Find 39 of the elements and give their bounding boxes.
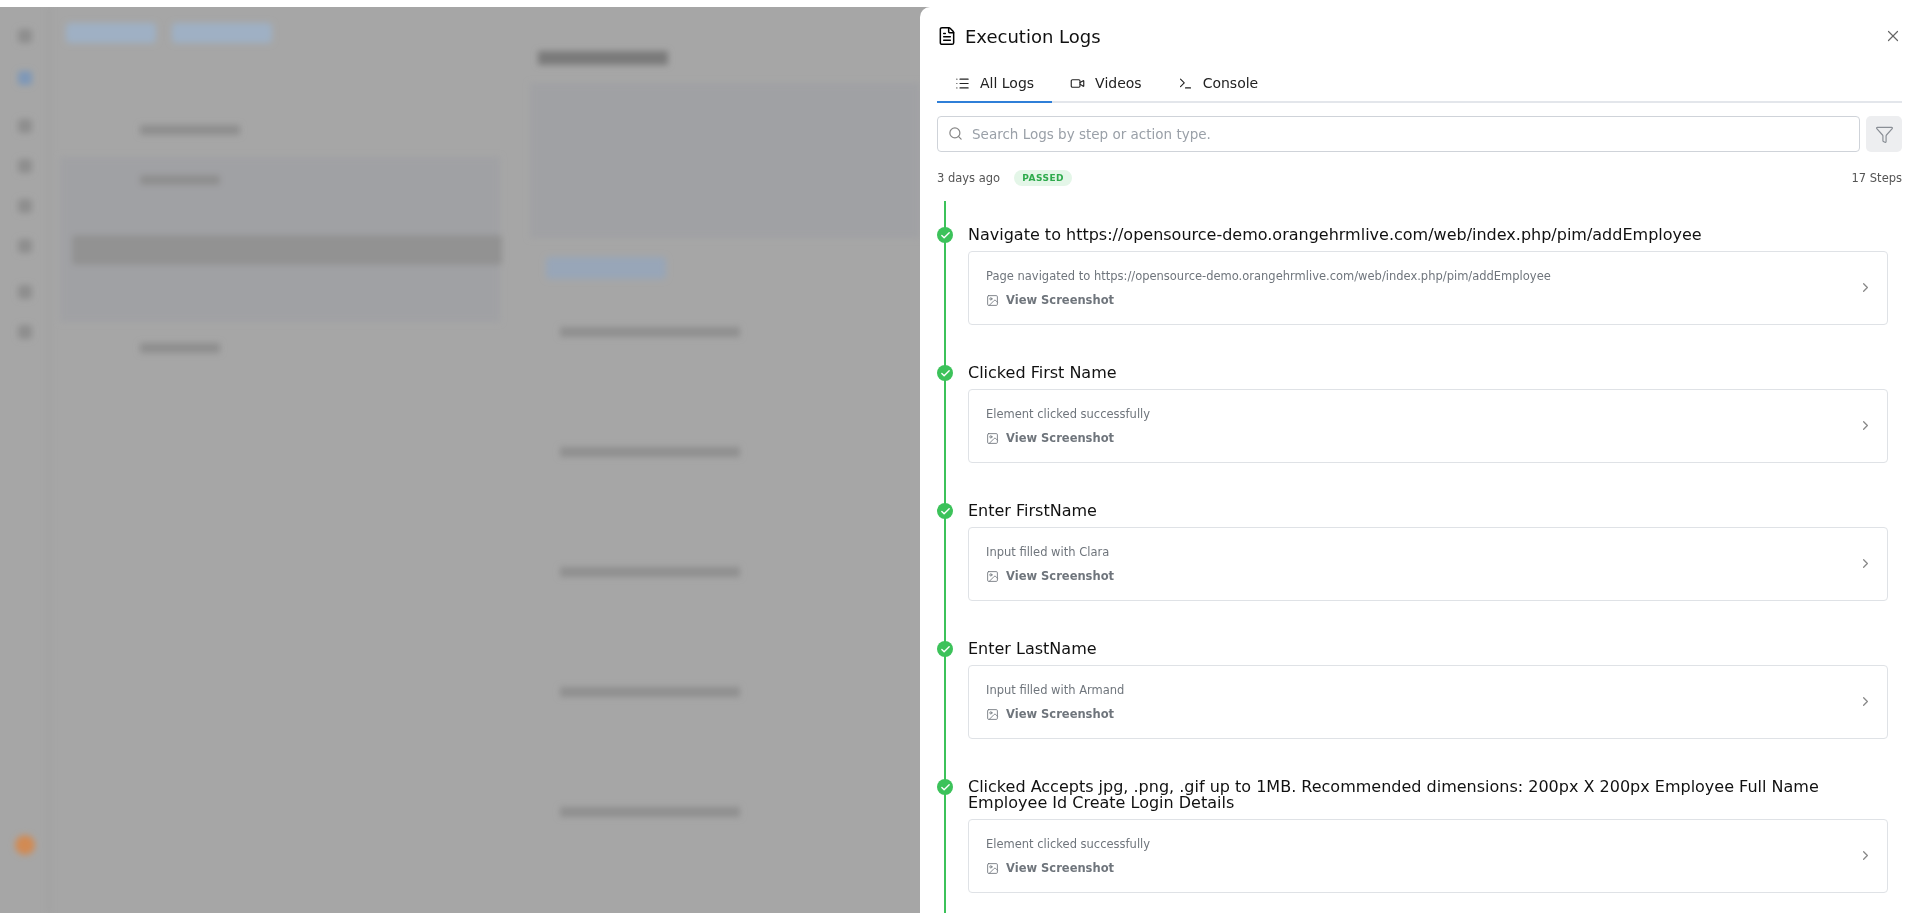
step-title: Clicked Accepts jpg, .png, .gif up to 1MB. Recommended dimensions: 200px X 200px Employee Full Name Employee Id Create Login Details — [968, 777, 1820, 811]
step-card[interactable]: Input filled with Clara View Screenshot — [968, 527, 1888, 601]
panel-title: Execution Logs — [965, 25, 1102, 47]
terminal-icon — [1177, 75, 1193, 91]
image-icon — [986, 707, 999, 721]
steps-count: 17 Steps — [1851, 171, 1902, 185]
step-message: Page navigated to https://opensource-demo.orangehrmlive.com/web/index.php/pim/addEmployee — [986, 269, 1552, 283]
filter-icon — [1874, 124, 1894, 144]
tab[interactable]: Videos — [1052, 65, 1160, 103]
step-card[interactable]: Element clicked successfully View Screenshot — [968, 819, 1888, 893]
view-screenshot-link[interactable]: View Screenshot — [986, 707, 1115, 721]
filter-button[interactable] — [1866, 116, 1902, 152]
step-message: Input filled with Armand — [986, 683, 1126, 697]
view-screenshot-link[interactable]: View Screenshot — [986, 293, 1115, 307]
document-icon — [937, 26, 957, 46]
image-icon — [986, 431, 999, 445]
step-title: Enter FirstName — [968, 501, 1098, 519]
step-title: Navigate to https://opensource-demo.orangehrmlive.com/web/index.php/pim/addEmployee — [968, 225, 1703, 243]
tab[interactable]: Console — [1159, 65, 1277, 103]
list-icon — [955, 75, 970, 91]
step-card[interactable]: Page navigated to https://opensource-demo.orangehrmlive.com/web/index.php/pim/addEmployee View Screenshot — [968, 251, 1888, 325]
run-time: 3 days ago — [937, 171, 1001, 185]
view-screenshot-link[interactable]: View Screenshot — [986, 861, 1115, 875]
step-message: Input filled with Clara — [986, 545, 1111, 559]
image-icon — [986, 569, 999, 583]
view-screenshot-link[interactable]: View Screenshot — [986, 569, 1115, 583]
step-card[interactable]: Input filled with Armand View Screenshot — [968, 665, 1888, 739]
step-title: Enter LastName — [968, 639, 1098, 657]
search-icon — [948, 126, 963, 141]
status-badge: PASSED — [1014, 170, 1073, 186]
step-message: Element clicked successfully — [986, 837, 1152, 851]
image-icon — [986, 861, 999, 875]
tab[interactable]: All Logs — [937, 65, 1053, 103]
search-field[interactable]: Search Logs by step or action type. — [937, 116, 1860, 152]
step-message: Element clicked successfully — [986, 407, 1152, 421]
view-screenshot-link[interactable]: View Screenshot — [986, 431, 1115, 445]
step-title: Clicked First Name — [968, 363, 1118, 381]
step-card[interactable]: Element clicked successfully View Screenshot — [968, 389, 1888, 463]
image-icon — [986, 293, 999, 307]
